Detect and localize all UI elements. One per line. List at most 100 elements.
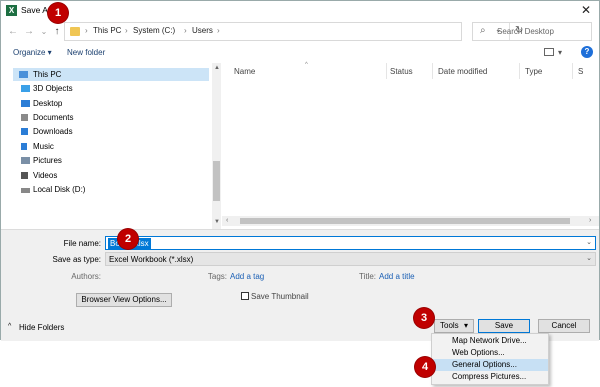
sidebar-item-label: Pictures: [33, 156, 62, 165]
menu-item-map-network-drive[interactable]: Map Network Drive...: [432, 335, 548, 347]
sidebar-item-videos[interactable]: Videos: [21, 169, 57, 182]
save-thumbnail-label: Save Thumbnail: [251, 292, 309, 301]
step-callout-1: 1: [48, 3, 68, 23]
file-name-label: File name:: [63, 239, 101, 248]
back-arrow-icon[interactable]: ←: [7, 24, 19, 40]
sidebar-item-label: 3D Objects: [33, 84, 73, 93]
sidebar-item-label: Music: [33, 142, 54, 151]
organize-button[interactable]: Organize ▾: [13, 48, 52, 57]
file-list-scrollbar[interactable]: ‹ ›: [222, 216, 599, 226]
tools-menu: Map Network Drive... Web Options... Gene…: [431, 333, 549, 385]
navigation-pane: This PC 3D Objects Desktop Documents Dow…: [1, 63, 221, 229]
help-icon[interactable]: ?: [581, 46, 593, 58]
sidebar-item-desktop[interactable]: Desktop: [21, 97, 62, 110]
breadcrumb-system-c[interactable]: System (C:): [133, 26, 175, 35]
chevron-down-icon[interactable]: ⌄: [586, 238, 592, 246]
sidebar-item-label: Downloads: [33, 127, 73, 136]
save-thumbnail-checkbox[interactable]: [241, 292, 249, 300]
title-bar: X Save As ✕: [1, 1, 599, 20]
add-title-link[interactable]: Add a title: [379, 272, 415, 281]
excel-icon: X: [6, 5, 17, 16]
breadcrumb-users[interactable]: Users: [192, 26, 213, 35]
breadcrumb-separator: ›: [184, 26, 187, 35]
view-dropdown-icon[interactable]: ▾: [558, 48, 562, 57]
hide-folders-button[interactable]: Hide Folders: [19, 323, 64, 332]
sidebar-item-label: This PC: [33, 70, 62, 79]
menu-item-compress-pictures[interactable]: Compress Pictures...: [432, 371, 548, 383]
column-divider[interactable]: [432, 63, 433, 79]
pictures-icon: [21, 157, 30, 164]
view-options-icon[interactable]: [544, 48, 554, 56]
up-arrow-icon[interactable]: ↑: [51, 24, 63, 40]
close-icon[interactable]: ✕: [579, 3, 593, 17]
column-divider[interactable]: [386, 63, 387, 79]
scroll-down-icon[interactable]: ▼: [214, 219, 220, 225]
new-folder-button[interactable]: New folder: [67, 48, 105, 57]
computer-icon: [19, 71, 28, 78]
step-callout-4: 4: [415, 357, 435, 377]
step-callout-3: 3: [414, 308, 434, 328]
sort-indicator-icon: ^: [305, 62, 308, 68]
column-divider[interactable]: [519, 63, 520, 79]
chevron-down-icon[interactable]: ⌄: [586, 254, 592, 262]
desktop-icon: [21, 100, 30, 107]
sidebar-item-pictures[interactable]: Pictures: [21, 154, 62, 167]
document-icon: [21, 114, 28, 121]
sidebar-item-label: Documents: [33, 113, 74, 122]
column-header-status[interactable]: Status: [390, 67, 413, 76]
browser-view-options-button[interactable]: Browser View Options...: [76, 293, 172, 307]
breadcrumb-separator: ›: [217, 26, 220, 35]
search-icon: ⌕: [480, 25, 486, 36]
column-header-date-modified[interactable]: Date modified: [438, 67, 487, 76]
chevron-up-icon[interactable]: ^: [8, 323, 11, 330]
save-as-type-select[interactable]: Excel Workbook (*.xlsx) ⌄: [105, 252, 596, 266]
tools-button[interactable]: Tools ▾: [434, 319, 474, 333]
command-toolbar: Organize ▾ New folder ▾ ?: [1, 44, 599, 62]
column-header-size[interactable]: S: [578, 67, 583, 76]
search-box[interactable]: ⌕ Search Desktop: [472, 22, 592, 41]
scroll-left-icon[interactable]: ‹: [226, 217, 228, 224]
sidebar-item-local-disk-d[interactable]: Local Disk (D:): [21, 183, 85, 196]
cancel-button[interactable]: Cancel: [538, 319, 590, 333]
file-name-field[interactable]: Book2.xlsx ⌄: [105, 236, 596, 250]
sidebar-item-documents[interactable]: Documents: [21, 111, 73, 124]
tools-button-label: Tools: [440, 321, 459, 330]
sidebar-item-label: Desktop: [33, 99, 63, 108]
sidebar-item-downloads[interactable]: Downloads: [21, 125, 73, 138]
sidebar-item-label: Local Disk (D:): [33, 185, 86, 194]
column-divider[interactable]: [572, 63, 573, 79]
scrollbar-thumb[interactable]: [240, 218, 570, 224]
title-label: Title:: [358, 272, 376, 281]
save-button[interactable]: Save: [478, 319, 530, 333]
scroll-up-icon[interactable]: ▲: [214, 65, 220, 71]
navigation-scrollbar[interactable]: ▲ ▼: [212, 63, 221, 229]
drive-icon: [21, 188, 30, 193]
forward-arrow-icon[interactable]: →: [23, 24, 35, 40]
column-header-type[interactable]: Type: [525, 67, 542, 76]
address-bar[interactable]: › This PC › System (C:) › Users › ⌄ ↻: [64, 22, 523, 41]
sidebar-item-music[interactable]: Music: [21, 140, 54, 153]
tags-label: Tags:: [207, 272, 227, 281]
menu-item-web-options[interactable]: Web Options...: [432, 347, 548, 359]
recent-locations-icon[interactable]: ⌄: [38, 24, 50, 40]
breadcrumb-separator: ›: [125, 26, 128, 35]
save-options-panel: File name: Book2.xlsx ⌄ Save as type: Ex…: [1, 229, 599, 341]
download-icon: [21, 128, 28, 135]
save-as-type-label: Save as type:: [52, 255, 101, 264]
breadcrumb-separator: ›: [85, 26, 88, 35]
music-icon: [21, 143, 27, 150]
sidebar-item-this-pc[interactable]: This PC: [13, 68, 209, 81]
search-input[interactable]: Search Desktop: [497, 27, 554, 36]
file-list: ^ Name Status Date modified Type S: [222, 62, 599, 229]
scrollbar-thumb[interactable]: [213, 161, 220, 201]
breadcrumb-this-pc[interactable]: This PC: [93, 26, 121, 35]
add-tag-link[interactable]: Add a tag: [230, 272, 264, 281]
navigation-bar: ← → ⌄ ↑ › This PC › System (C:) › Users …: [1, 22, 599, 42]
folder-icon: [70, 27, 80, 36]
menu-item-general-options[interactable]: General Options...: [432, 359, 548, 371]
column-header-name[interactable]: Name: [234, 67, 255, 76]
sidebar-item-3d-objects[interactable]: 3D Objects: [21, 82, 73, 95]
save-as-dialog: X Save As ✕ ← → ⌄ ↑ › This PC › System (…: [0, 0, 600, 341]
scroll-right-icon[interactable]: ›: [589, 217, 591, 224]
save-as-type-value: Excel Workbook (*.xlsx): [109, 255, 194, 264]
